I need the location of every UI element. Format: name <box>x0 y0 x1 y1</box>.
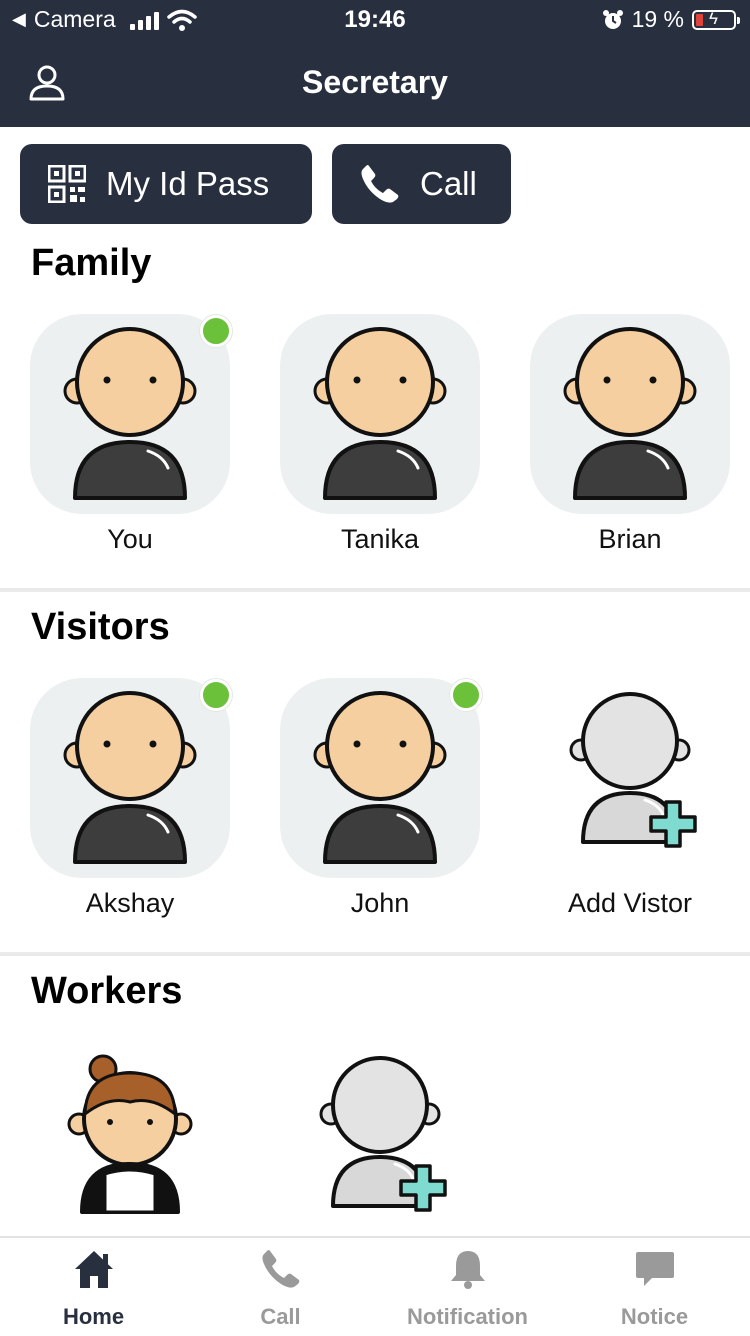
call-label: Call <box>420 165 477 202</box>
online-indicator <box>450 679 482 711</box>
phone-icon <box>361 165 399 203</box>
page-title: Secretary <box>302 64 448 100</box>
battery-percent: 19 % <box>631 6 684 32</box>
nav-item-home[interactable]: Home <box>0 1238 187 1336</box>
female-avatar-icon <box>67 1054 193 1214</box>
battery-icon: ϟ <box>692 9 740 30</box>
section-divider <box>0 588 750 592</box>
alarm-icon <box>602 9 623 29</box>
family-member-name: Brian <box>598 524 662 554</box>
visitor-akshay[interactable] <box>30 678 232 878</box>
add-visitor-label[interactable]: Add Vistor <box>505 888 750 919</box>
add-person-icon <box>569 692 697 848</box>
family-member-name: Tanika <box>340 524 420 554</box>
nav-label-home: Home <box>62 1304 125 1329</box>
male-avatar-icon <box>63 691 197 864</box>
my-id-pass-label: My Id Pass <box>106 165 270 202</box>
family-member-name: You <box>107 524 153 554</box>
worker-maid[interactable] <box>30 1042 230 1222</box>
home-icon <box>75 1251 113 1288</box>
my-id-pass-button[interactable]: My Id Pass <box>20 144 312 224</box>
male-avatar-icon <box>63 327 197 500</box>
chat-icon <box>636 1252 674 1286</box>
add-person-icon <box>319 1056 447 1212</box>
add-visitor-button[interactable] <box>530 678 730 878</box>
family-member-tanika[interactable] <box>280 314 480 514</box>
nav-item-notice[interactable]: Notice <box>561 1238 748 1336</box>
bottom-nav: Home Call Notification Notice <box>0 1236 750 1336</box>
nav-item-notification[interactable]: Notification <box>374 1238 561 1336</box>
nav-item-call[interactable]: Call <box>187 1238 374 1336</box>
add-worker-button[interactable] <box>280 1042 480 1222</box>
visitor-name: Akshay <box>85 888 175 918</box>
male-avatar-icon <box>563 327 697 500</box>
app-header: ◀ Camera 19:46 19 % ϟ Secretary <box>0 0 750 127</box>
section-divider <box>0 952 750 956</box>
qr-code-icon <box>48 165 86 203</box>
online-indicator <box>200 679 232 711</box>
nav-label-notice: Notice <box>620 1304 689 1329</box>
family-member-brian[interactable] <box>530 314 730 514</box>
visitors-section-title: Visitors <box>31 606 170 648</box>
male-avatar-icon <box>313 327 447 500</box>
visitor-name: John <box>350 888 410 918</box>
workers-section-title: Workers <box>31 970 183 1012</box>
phone-icon <box>262 1250 300 1288</box>
online-indicator <box>200 315 232 347</box>
family-section-title: Family <box>31 242 152 284</box>
status-bar: ◀ Camera 19:46 19 % ϟ <box>0 0 750 40</box>
nav-label-call: Call <box>260 1304 301 1329</box>
male-avatar-icon <box>313 691 447 864</box>
status-right: 19 % ϟ <box>602 6 740 33</box>
nav-label-notification: Notification <box>407 1304 528 1329</box>
call-button[interactable]: Call <box>332 144 511 224</box>
bell-icon <box>451 1251 485 1289</box>
visitor-john[interactable] <box>280 678 482 878</box>
family-member-you[interactable] <box>30 314 232 514</box>
